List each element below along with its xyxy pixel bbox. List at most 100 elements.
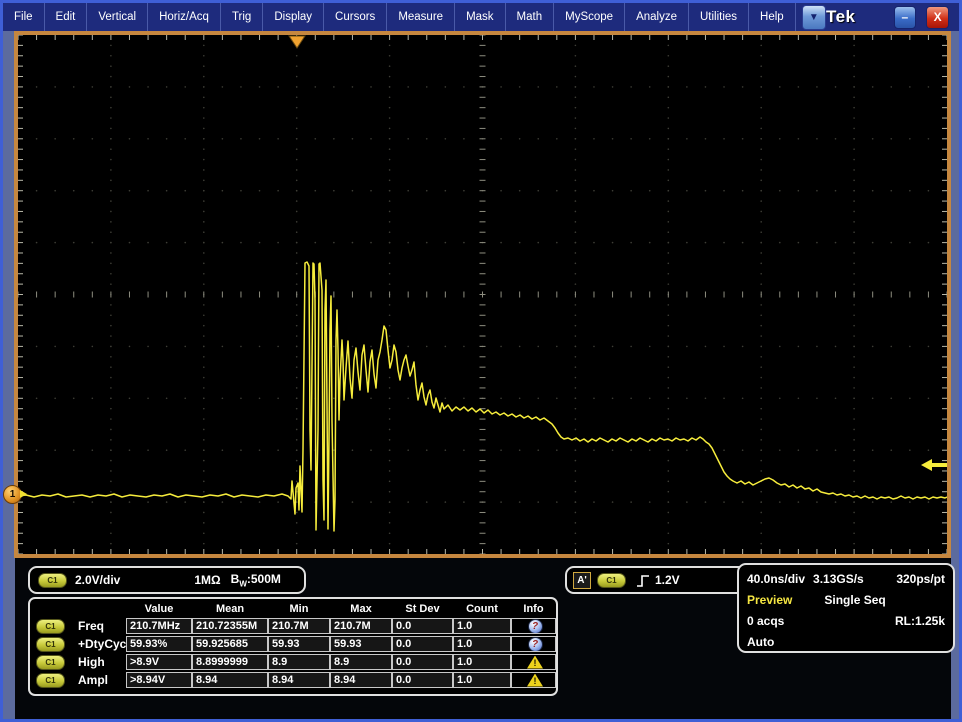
measurement-cell-info[interactable]: ! xyxy=(511,654,556,670)
measurement-cell-stdev: 0.0 xyxy=(392,618,453,634)
horizontal-acquisition-readout[interactable]: 40.0ns/div 3.13GS/s 320ps/pt Preview Sin… xyxy=(737,563,955,653)
rising-edge-icon xyxy=(636,573,651,588)
channel1-trace xyxy=(18,262,947,531)
trigger-source-badge: A' xyxy=(573,572,591,589)
measurement-cell-mean: 59.925685 xyxy=(192,636,268,652)
measurement-cell-max: 210.7M xyxy=(330,618,392,634)
waveform-display[interactable] xyxy=(14,31,951,558)
measurement-row-freq: C1Freq210.7MHz210.72355M210.7M210.7M0.01… xyxy=(34,617,556,635)
acquisition-mode: Single Seq xyxy=(824,593,885,607)
row-channel-cell: C1 xyxy=(34,637,70,652)
measurement-cell-info[interactable]: ? xyxy=(511,636,556,652)
minimize-button[interactable]: – xyxy=(894,6,917,29)
measurement-cell-value: 210.7MHz xyxy=(126,618,192,634)
menu-item-mask[interactable]: Mask xyxy=(455,3,505,31)
menu-item-trig[interactable]: Trig xyxy=(221,3,263,31)
menu-items: FileEditVerticalHoriz/AcqTrigDisplayCurs… xyxy=(3,3,796,31)
bandwidth-label: BW:500M xyxy=(231,572,281,588)
sample-rate-value: 3.13GS/s xyxy=(813,572,864,586)
menu-item-myscope[interactable]: MyScope xyxy=(554,3,625,31)
input-impedance: 1MΩ xyxy=(194,573,220,587)
menu-item-math[interactable]: Math xyxy=(506,3,555,31)
measurement-cell-stdev: 0.0 xyxy=(392,636,453,652)
column-header-st-dev: St Dev xyxy=(392,603,453,615)
menu-item-display[interactable]: Display xyxy=(263,3,324,31)
measurement-header-row: ValueMeanMinMaxSt DevCountInfo xyxy=(34,601,556,617)
question-info-icon: ? xyxy=(528,637,543,652)
row-channel-cell: C1 xyxy=(34,673,70,688)
measurement-row-high: C1High>8.9V8.89999998.98.90.01.0! xyxy=(34,653,556,671)
tek-logo: Tek xyxy=(826,7,856,27)
measurement-cell-value: >8.94V xyxy=(126,672,192,688)
oscilloscope-window: FileEditVerticalHoriz/AcqTrigDisplayCurs… xyxy=(0,0,962,722)
measurement-cell-count: 1.0 xyxy=(453,672,511,688)
measurement-table: ValueMeanMinMaxSt DevCountInfo C1Freq210… xyxy=(28,597,558,696)
column-header-count: Count xyxy=(453,603,511,615)
menu-item-help[interactable]: Help xyxy=(749,3,796,31)
warning-info-icon: ! xyxy=(527,674,543,687)
measurement-cell-min: 8.9 xyxy=(268,654,330,670)
measurement-cell-min: 210.7M xyxy=(268,618,330,634)
column-header-max: Max xyxy=(330,603,392,615)
menu-dropdown-button[interactable]: ▼ xyxy=(802,5,826,30)
channel1-badge[interactable]: C1 xyxy=(36,673,65,688)
menu-item-edit[interactable]: Edit xyxy=(45,3,88,31)
close-icon: X xyxy=(934,10,942,24)
channel1-badge[interactable]: C1 xyxy=(38,573,67,588)
close-button[interactable]: X xyxy=(926,6,949,29)
channel1-readout[interactable]: C1 2.0V/div 1MΩ BW:500M xyxy=(28,566,306,594)
question-info-icon: ? xyxy=(528,619,543,634)
menu-item-analyze[interactable]: Analyze xyxy=(625,3,689,31)
column-header-mean: Mean xyxy=(192,603,268,615)
column-header-min: Min xyxy=(268,603,330,615)
column-header-info: Info xyxy=(511,603,556,615)
record-length: RL:1.25k xyxy=(895,614,945,628)
graticule-svg xyxy=(18,35,947,554)
measurement-cell-info[interactable]: ? xyxy=(511,618,556,634)
measurement-name: Freq xyxy=(70,619,126,633)
measurement-cell-mean: 8.94 xyxy=(192,672,268,688)
measurement-cell-mean: 210.72355M xyxy=(192,618,268,634)
measurement-row--dtycyc: C1+DtyCyc59.93%59.92568559.9359.930.01.0… xyxy=(34,635,556,653)
measurement-cell-count: 1.0 xyxy=(453,636,511,652)
measurement-cell-count: 1.0 xyxy=(453,618,511,634)
measurement-cell-info[interactable]: ! xyxy=(511,672,556,688)
measurement-cell-stdev: 0.0 xyxy=(392,672,453,688)
trigger-level-value: 1.2V xyxy=(655,573,680,587)
channel1-badge[interactable]: C1 xyxy=(36,655,65,670)
warning-info-icon: ! xyxy=(527,656,543,669)
measurement-row-ampl: C1Ampl>8.94V8.948.948.940.01.0! xyxy=(34,671,556,689)
channel1-position-marker[interactable]: 1 xyxy=(3,485,22,504)
measurement-rows: C1Freq210.7MHz210.72355M210.7M210.7M0.01… xyxy=(34,617,556,689)
measurement-cell-mean: 8.8999999 xyxy=(192,654,268,670)
timebase-value: 40.0ns/div xyxy=(747,572,805,586)
menu-item-measure[interactable]: Measure xyxy=(387,3,455,31)
minimize-icon: – xyxy=(902,10,909,24)
resolution-value: 320ps/pt xyxy=(896,572,945,586)
measurement-name: +DtyCyc xyxy=(70,637,126,651)
measurement-name: Ampl xyxy=(70,673,126,687)
measurement-cell-max: 8.94 xyxy=(330,672,392,688)
trigger-channel-badge[interactable]: C1 xyxy=(597,573,626,588)
menu-item-file[interactable]: File xyxy=(3,3,45,31)
column-header-value: Value xyxy=(126,603,192,615)
menu-item-utilities[interactable]: Utilities xyxy=(689,3,749,31)
menu-item-cursors[interactable]: Cursors xyxy=(324,3,387,31)
measurement-cell-value: >8.9V xyxy=(126,654,192,670)
chevron-down-icon: ▼ xyxy=(809,12,819,23)
channel1-badge[interactable]: C1 xyxy=(36,637,65,652)
trigger-readout[interactable]: A' C1 1.2V xyxy=(565,566,747,594)
measurement-cell-max: 8.9 xyxy=(330,654,392,670)
measurement-cell-min: 8.94 xyxy=(268,672,330,688)
measurement-name: High xyxy=(70,655,126,669)
vertical-scale: 2.0V/div xyxy=(75,573,120,587)
measurement-cell-stdev: 0.0 xyxy=(392,654,453,670)
preview-status: Preview xyxy=(747,593,792,607)
trigger-position-marker[interactable] xyxy=(289,36,305,48)
menu-item-horiz-acq[interactable]: Horiz/Acq xyxy=(148,3,221,31)
menu-bar: FileEditVerticalHoriz/AcqTrigDisplayCurs… xyxy=(3,3,959,31)
measurement-cell-value: 59.93% xyxy=(126,636,192,652)
row-channel-cell: C1 xyxy=(34,655,70,670)
menu-item-vertical[interactable]: Vertical xyxy=(87,3,148,31)
channel1-badge[interactable]: C1 xyxy=(36,619,65,634)
